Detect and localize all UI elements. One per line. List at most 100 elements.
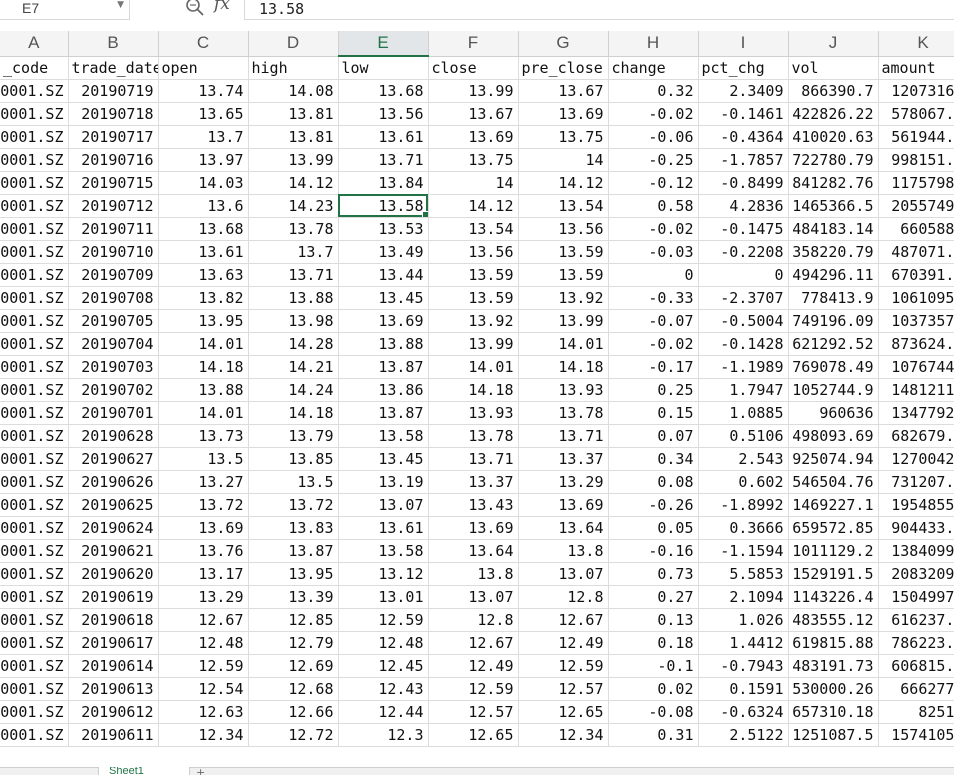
magnifier-icon[interactable]	[184, 0, 206, 18]
cell-f6[interactable]: 14	[428, 171, 519, 195]
cell-j25[interactable]: 483555.12	[788, 608, 879, 632]
cell-d16[interactable]: 14.18	[248, 401, 339, 425]
cell-f1[interactable]: close	[428, 56, 519, 80]
cell-h19[interactable]: 0.08	[608, 470, 699, 494]
cell-i14[interactable]: -1.1989	[698, 355, 789, 379]
column-header-g[interactable]: G	[518, 31, 609, 57]
cell-e29[interactable]: 12.44	[338, 700, 429, 724]
cell-i9[interactable]: -0.2208	[698, 240, 789, 264]
cell-k28[interactable]: 666277.	[878, 677, 954, 701]
cell-h15[interactable]: 0.25	[608, 378, 699, 402]
cell-j2[interactable]: 866390.7	[788, 79, 879, 103]
cell-f19[interactable]: 13.37	[428, 470, 519, 494]
cell-c1[interactable]: open	[158, 56, 249, 80]
cell-h24[interactable]: 0.27	[608, 585, 699, 609]
cell-e27[interactable]: 12.45	[338, 654, 429, 678]
cell-d9[interactable]: 13.7	[248, 240, 339, 264]
cell-f10[interactable]: 13.59	[428, 263, 519, 287]
cell-i4[interactable]: -0.4364	[698, 125, 789, 149]
cell-b9[interactable]: 20190710	[68, 240, 159, 264]
cell-i27[interactable]: -0.7943	[698, 654, 789, 678]
cell-j13[interactable]: 621292.52	[788, 332, 879, 356]
cell-e8[interactable]: 13.53	[338, 217, 429, 241]
sheet-tab[interactable]: Sheet1	[98, 767, 190, 775]
cell-b1[interactable]: trade_date	[68, 56, 159, 80]
cell-g6[interactable]: 14.12	[518, 171, 609, 195]
cell-e1[interactable]: low	[338, 56, 429, 80]
cell-f2[interactable]: 13.99	[428, 79, 519, 103]
cell-c8[interactable]: 13.68	[158, 217, 249, 241]
cell-j19[interactable]: 546504.76	[788, 470, 879, 494]
cell-c16[interactable]: 14.01	[158, 401, 249, 425]
cell-j11[interactable]: 778413.9	[788, 286, 879, 310]
cell-b25[interactable]: 20190618	[68, 608, 159, 632]
cell-g28[interactable]: 12.57	[518, 677, 609, 701]
cell-b20[interactable]: 20190625	[68, 493, 159, 517]
cell-k24[interactable]: 1504997.	[878, 585, 954, 609]
cell-d15[interactable]: 14.24	[248, 378, 339, 402]
cell-j28[interactable]: 530000.26	[788, 677, 879, 701]
cell-d1[interactable]: high	[248, 56, 339, 80]
cell-i16[interactable]: 1.0885	[698, 401, 789, 425]
cell-c19[interactable]: 13.27	[158, 470, 249, 494]
cell-d2[interactable]: 14.08	[248, 79, 339, 103]
cell-g8[interactable]: 13.56	[518, 217, 609, 241]
cell-f4[interactable]: 13.69	[428, 125, 519, 149]
cell-g1[interactable]: pre_close	[518, 56, 609, 80]
cell-g10[interactable]: 13.59	[518, 263, 609, 287]
formula-input[interactable]: 13.58	[244, 0, 954, 20]
cell-i6[interactable]: -0.8499	[698, 171, 789, 195]
cell-g16[interactable]: 13.78	[518, 401, 609, 425]
cell-a22[interactable]: 0001.SZ	[0, 539, 69, 563]
cell-e11[interactable]: 13.45	[338, 286, 429, 310]
cell-i25[interactable]: 1.026	[698, 608, 789, 632]
cell-b16[interactable]: 20190701	[68, 401, 159, 425]
cell-b18[interactable]: 20190627	[68, 447, 159, 471]
cell-b14[interactable]: 20190703	[68, 355, 159, 379]
cell-g17[interactable]: 13.71	[518, 424, 609, 448]
cell-c10[interactable]: 13.63	[158, 263, 249, 287]
cell-e15[interactable]: 13.86	[338, 378, 429, 402]
column-header-f[interactable]: F	[428, 31, 519, 57]
cell-h30[interactable]: 0.31	[608, 723, 699, 747]
cell-b19[interactable]: 20190626	[68, 470, 159, 494]
cell-g2[interactable]: 13.67	[518, 79, 609, 103]
cell-i11[interactable]: -2.3707	[698, 286, 789, 310]
cell-g5[interactable]: 14	[518, 148, 609, 172]
cell-f26[interactable]: 12.67	[428, 631, 519, 655]
cell-h8[interactable]: -0.02	[608, 217, 699, 241]
cell-b7[interactable]: 20190712	[68, 194, 159, 218]
cell-h22[interactable]: -0.16	[608, 539, 699, 563]
cell-g26[interactable]: 12.49	[518, 631, 609, 655]
cell-e21[interactable]: 13.61	[338, 516, 429, 540]
cell-g29[interactable]: 12.65	[518, 700, 609, 724]
cell-e4[interactable]: 13.61	[338, 125, 429, 149]
cell-b4[interactable]: 20190717	[68, 125, 159, 149]
cell-e30[interactable]: 12.3	[338, 723, 429, 747]
cell-j4[interactable]: 410020.63	[788, 125, 879, 149]
cell-h20[interactable]: -0.26	[608, 493, 699, 517]
cell-c14[interactable]: 14.18	[158, 355, 249, 379]
cell-b8[interactable]: 20190711	[68, 217, 159, 241]
cell-c9[interactable]: 13.61	[158, 240, 249, 264]
cell-d7[interactable]: 14.23	[248, 194, 339, 218]
cell-k26[interactable]: 786223.5	[878, 631, 954, 655]
cell-c13[interactable]: 14.01	[158, 332, 249, 356]
cell-g15[interactable]: 13.93	[518, 378, 609, 402]
cell-a7[interactable]: 0001.SZ	[0, 194, 69, 218]
cell-k29[interactable]: 82517	[878, 700, 954, 724]
cell-d23[interactable]: 13.95	[248, 562, 339, 586]
cell-d25[interactable]: 12.85	[248, 608, 339, 632]
cell-k14[interactable]: 1076744.	[878, 355, 954, 379]
cell-e12[interactable]: 13.69	[338, 309, 429, 333]
cell-h7[interactable]: 0.58	[608, 194, 699, 218]
cell-g18[interactable]: 13.37	[518, 447, 609, 471]
cell-c30[interactable]: 12.34	[158, 723, 249, 747]
cell-d8[interactable]: 13.78	[248, 217, 339, 241]
cell-e19[interactable]: 13.19	[338, 470, 429, 494]
cell-f15[interactable]: 14.18	[428, 378, 519, 402]
cell-c3[interactable]: 13.65	[158, 102, 249, 126]
cell-j5[interactable]: 722780.79	[788, 148, 879, 172]
cell-a13[interactable]: 0001.SZ	[0, 332, 69, 356]
cell-k7[interactable]: 2055749.	[878, 194, 954, 218]
